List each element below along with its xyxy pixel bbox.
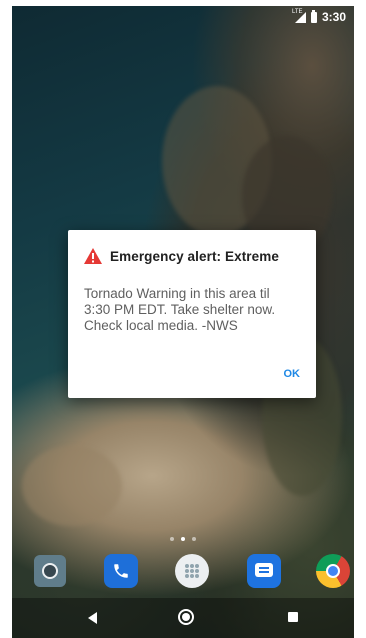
chrome-app-icon[interactable] — [316, 554, 350, 588]
home-icon[interactable] — [178, 609, 194, 625]
back-icon[interactable] — [88, 612, 97, 624]
page-dot — [170, 537, 174, 541]
alert-message-line: Tornado Warning in this area til — [84, 286, 270, 301]
phone-app-icon[interactable] — [104, 554, 138, 588]
emergency-alert-dialog: Emergency alert: Extreme Tornado Warning… — [68, 230, 316, 398]
navigation-bar — [12, 598, 354, 638]
lte-signal-icon: LTE — [292, 9, 306, 23]
recents-icon[interactable] — [288, 612, 298, 622]
ok-button[interactable]: OK — [284, 368, 301, 380]
warning-icon — [84, 248, 102, 264]
alert-message-line: Check local media. -NWS — [84, 318, 238, 333]
page-indicator — [12, 537, 354, 541]
status-bar: LTE 3:30 — [12, 6, 354, 28]
app-dock — [12, 554, 354, 594]
battery-icon — [310, 9, 317, 23]
page-dot — [192, 537, 196, 541]
phone-screen: LTE 3:30 Emergency alert: Extreme Tornad… — [12, 6, 354, 638]
alert-message: Tornado Warning in this area til 3:30 PM… — [84, 286, 304, 334]
camera-app-icon[interactable] — [34, 555, 66, 587]
app-drawer-icon[interactable] — [175, 554, 209, 588]
wallpaper-rock — [22, 446, 122, 526]
messages-app-icon[interactable] — [247, 554, 281, 588]
alert-title: Emergency alert: Extreme — [110, 248, 279, 264]
alert-message-line: 3:30 PM EDT. Take shelter now. — [84, 302, 276, 317]
page-dot-active — [181, 537, 185, 541]
alert-title-row: Emergency alert: Extreme — [84, 248, 298, 264]
status-clock: 3:30 — [321, 10, 346, 24]
